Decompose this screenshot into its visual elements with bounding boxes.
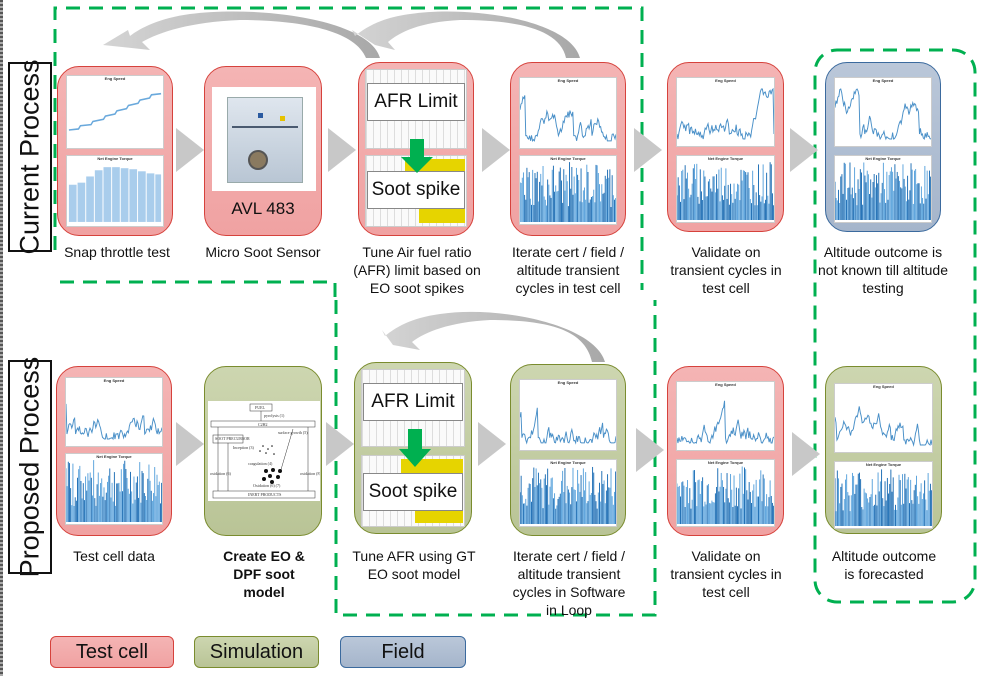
- svg-text:oxidation (8): oxidation (8): [300, 471, 320, 476]
- step-micro-soot-sensor: AVL 483: [204, 66, 322, 236]
- feedback-arrow-2: [352, 11, 580, 58]
- afr-limit-label: AFR Limit: [367, 83, 465, 121]
- flow-arrow: [328, 128, 356, 172]
- soot-highlight: [415, 509, 463, 523]
- chart-net-engine-torque: Net Engine Torque: [834, 461, 933, 529]
- chart-net-engine-torque: Net Engine Torque: [676, 155, 775, 223]
- flow-arrow: [790, 128, 818, 172]
- svg-text:surface growth (5): surface growth (5): [278, 430, 308, 435]
- chart-eng-speed: Eng Speed: [676, 77, 775, 147]
- caption-create-soot-model: Create EO & DPF soot model: [223, 548, 305, 600]
- caption-validate-proposed: Validate on transient cycles in test cel…: [670, 548, 782, 600]
- svg-text:Oxidation (6) (7): Oxidation (6) (7): [253, 483, 281, 488]
- caption-micro-soot-sensor: Micro Soot Sensor: [205, 244, 321, 260]
- step-tune-afr-proposed: AFR Limit Soot spike: [354, 362, 472, 534]
- step-altitude-unknown: Eng Speed Net Engine Torque: [825, 62, 941, 232]
- flow-arrow: [792, 432, 820, 476]
- step-altitude-forecasted: Eng Speed Net Engine Torque: [825, 366, 942, 534]
- soot-highlight: [419, 209, 465, 223]
- eng-speed-trace: [520, 95, 616, 142]
- chart-eng-speed: Eng Speed: [676, 381, 775, 451]
- legend-label: Simulation: [209, 641, 304, 663]
- step-tune-afr-current: AFR Limit Soot spike: [358, 62, 474, 236]
- soot-spike-label: Soot spike: [363, 473, 463, 511]
- chart-eng-speed: Eng Speed: [66, 75, 164, 149]
- eng-speed-trace: [66, 403, 162, 441]
- caption-altitude-unknown: Altitude outcome is not known till altit…: [818, 244, 948, 296]
- flow-arrow: [176, 128, 204, 172]
- legend-simulation: Simulation: [194, 636, 319, 668]
- device-label: AVL 483: [231, 199, 295, 218]
- step-snap-throttle: Eng Speed Net Engine Torque: [57, 66, 173, 236]
- soot-spike-label: Soot spike: [367, 171, 465, 209]
- svg-text:INERT PRODUCTS: INERT PRODUCTS: [248, 492, 281, 497]
- flow-arrow: [176, 422, 204, 466]
- svg-text:FUEL: FUEL: [255, 405, 266, 410]
- flow-arrow: [326, 422, 354, 466]
- svg-text:C2H2: C2H2: [258, 422, 268, 427]
- legend-label: Field: [381, 641, 425, 663]
- soot-model-diagram: FUEL pyrolysis (1) C2H2 SOOT PRECURSOR s…: [208, 401, 321, 501]
- caption-tune-afr-proposed: Tune AFR using GT EO soot model: [352, 548, 476, 582]
- svg-text:pyrolysis (1): pyrolysis (1): [264, 413, 285, 418]
- afr-limit-label: AFR Limit: [363, 383, 463, 421]
- chart-eng-speed: Eng Speed: [519, 379, 617, 451]
- flow-arrow: [482, 128, 510, 172]
- legend-test-cell: Test cell: [50, 636, 174, 668]
- down-arrow-icon: [399, 429, 431, 467]
- chart-net-engine-torque: Net Engine Torque: [519, 459, 617, 527]
- dashed-region-current-bottom: [60, 280, 337, 300]
- flow-arrow: [634, 128, 662, 172]
- svg-text:Inception (3): Inception (3): [233, 445, 254, 450]
- flow-arrow: [478, 422, 506, 466]
- legend-label: Test cell: [75, 641, 149, 663]
- chart-eng-speed: Eng Speed: [519, 77, 617, 149]
- caption-iterate-cert-proposed: Iterate cert / field / altitude transien…: [512, 548, 626, 618]
- caption-altitude-forecasted: Altitude outcome is forecasted: [831, 548, 937, 582]
- feedback-arrow-3: [382, 311, 605, 362]
- caption-test-cell-data: Test cell data: [73, 548, 155, 564]
- down-arrow-icon: [401, 139, 433, 173]
- chart-eng-speed: Eng Speed: [65, 377, 163, 447]
- chart-net-engine-torque: Net Engine Torque: [676, 459, 775, 527]
- step-validate-current: Eng Speed Net Engine Torque: [667, 62, 784, 232]
- caption-snap-throttle: Snap throttle test: [64, 244, 170, 260]
- flow-arrow: [636, 428, 664, 472]
- chart-net-engine-torque: Net Engine Torque: [65, 453, 163, 525]
- feedback-arrow-1: [103, 11, 380, 58]
- step-iterate-cert-proposed: Eng Speed Net Engine Torque: [510, 364, 626, 536]
- step-test-cell-data: Eng Speed Net Engine Torque: [56, 366, 172, 536]
- legend-field: Field: [340, 636, 466, 668]
- eng-speed-trace: [520, 407, 616, 445]
- caption-iterate-cert-current: Iterate cert / field / altitude transien…: [511, 244, 625, 296]
- caption-tune-afr-current: Tune Air fuel ratio (AFR) limit based on…: [353, 244, 481, 296]
- chart-eng-speed: Eng Speed: [834, 383, 933, 453]
- svg-text:coagulation (4): coagulation (4): [248, 461, 273, 466]
- step-validate-proposed: Eng Speed Net Engine Torque: [667, 366, 784, 536]
- step-create-soot-model: FUEL pyrolysis (1) C2H2 SOOT PRECURSOR s…: [204, 366, 322, 536]
- eng-speed-trace: [835, 406, 932, 447]
- chart-net-engine-torque: Net Engine Torque: [519, 155, 617, 225]
- step-iterate-cert-current: Eng Speed Net Engine Torque: [510, 62, 626, 236]
- chart-net-engine-torque: Net Engine Torque: [66, 155, 164, 227]
- eng-speed-trace: [677, 87, 774, 140]
- avl-device-photo: [212, 87, 316, 191]
- chart-eng-speed: Eng Speed: [834, 77, 932, 147]
- eng-speed-trace: [835, 88, 931, 141]
- chart-net-engine-torque: Net Engine Torque: [834, 155, 932, 223]
- svg-text:SOOT PRECURSOR: SOOT PRECURSOR: [215, 436, 250, 441]
- caption-validate-current: Validate on transient cycles in test cel…: [670, 244, 782, 296]
- eng-speed-trace: [677, 400, 774, 445]
